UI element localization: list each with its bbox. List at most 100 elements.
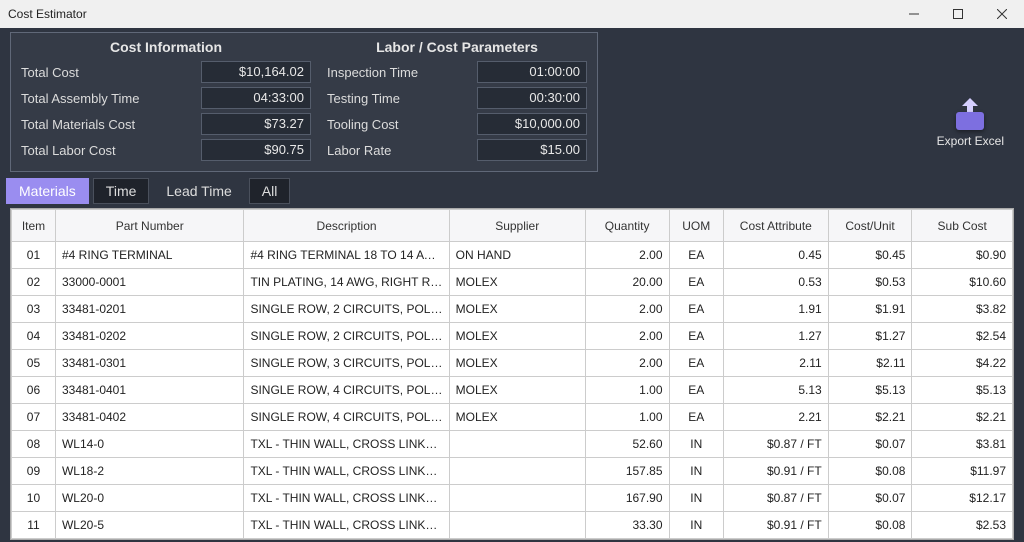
labor-params-header: Labor / Cost Parameters [327, 37, 587, 59]
table-row[interactable]: 11WL20-5TXL - THIN WALL, CROSS LINKED…33… [12, 512, 1013, 539]
window-title: Cost Estimator [8, 7, 87, 21]
cell-supplier: MOLEX [449, 350, 585, 377]
cell-item: 02 [12, 269, 56, 296]
cell-item: 08 [12, 431, 56, 458]
cell-uom: EA [669, 323, 723, 350]
cell-supplier: MOLEX [449, 323, 585, 350]
table-row[interactable]: 09WL18-2TXL - THIN WALL, CROSS LINKED…15… [12, 458, 1013, 485]
cell-part-number: 33000-0001 [55, 269, 243, 296]
cell-cost-attribute: 1.91 [723, 296, 828, 323]
table-row[interactable]: 10WL20-0TXL - THIN WALL, CROSS LINKED…16… [12, 485, 1013, 512]
cell-description: SINGLE ROW, 4 CIRCUITS, POLA… [244, 377, 449, 404]
cell-cost-attribute: $0.91 / FT [723, 458, 828, 485]
table-row[interactable]: 0333481-0201SINGLE ROW, 2 CIRCUITS, POLA… [12, 296, 1013, 323]
cell-cost-unit: $0.53 [828, 269, 912, 296]
col-part-number[interactable]: Part Number [55, 210, 243, 242]
tooling-label: Tooling Cost [327, 117, 477, 132]
cell-sub-cost: $3.81 [912, 431, 1013, 458]
cell-part-number: WL18-2 [55, 458, 243, 485]
col-item[interactable]: Item [12, 210, 56, 242]
total-labor-label: Total Labor Cost [21, 143, 201, 158]
cell-part-number: #4 RING TERMINAL [55, 242, 243, 269]
cell-part-number: WL20-0 [55, 485, 243, 512]
materials-grid-scroll[interactable]: Item Part Number Description Supplier Qu… [11, 209, 1013, 539]
cell-part-number: WL20-5 [55, 512, 243, 539]
cell-supplier [449, 431, 585, 458]
total-assembly-label: Total Assembly Time [21, 91, 201, 106]
cell-part-number: 33481-0301 [55, 350, 243, 377]
cell-supplier: MOLEX [449, 269, 585, 296]
total-cost-label: Total Cost [21, 65, 201, 80]
tab-materials[interactable]: Materials [6, 178, 89, 204]
cell-item: 04 [12, 323, 56, 350]
table-row[interactable]: 0533481-0301SINGLE ROW, 3 CIRCUITS, POLA… [12, 350, 1013, 377]
cell-description: #4 RING TERMINAL 18 TO 14 AWG [244, 242, 449, 269]
cell-part-number: WL14-0 [55, 431, 243, 458]
cell-cost-attribute: $0.87 / FT [723, 431, 828, 458]
cell-uom: IN [669, 431, 723, 458]
cell-uom: EA [669, 296, 723, 323]
cell-cost-unit: $0.07 [828, 431, 912, 458]
col-uom[interactable]: UOM [669, 210, 723, 242]
cell-item: 09 [12, 458, 56, 485]
close-button[interactable] [980, 0, 1024, 28]
cell-cost-attribute: $0.87 / FT [723, 485, 828, 512]
cell-uom: IN [669, 512, 723, 539]
table-row[interactable]: 0433481-0202SINGLE ROW, 2 CIRCUITS, POLA… [12, 323, 1013, 350]
col-supplier[interactable]: Supplier [449, 210, 585, 242]
top-panel-wrap: Cost Information Total Cost$10,164.02 To… [0, 28, 1024, 174]
cell-cost-attribute: 0.53 [723, 269, 828, 296]
testing-input[interactable]: 00:30:00 [477, 87, 587, 109]
total-materials-label: Total Materials Cost [21, 117, 201, 132]
tab-all[interactable]: All [249, 178, 291, 204]
cell-part-number: 33481-0202 [55, 323, 243, 350]
col-description[interactable]: Description [244, 210, 449, 242]
cell-cost-unit: $0.45 [828, 242, 912, 269]
cell-description: SINGLE ROW, 2 CIRCUITS, POLA… [244, 323, 449, 350]
cell-cost-attribute: 2.11 [723, 350, 828, 377]
table-row[interactable]: 0633481-0401SINGLE ROW, 4 CIRCUITS, POLA… [12, 377, 1013, 404]
tab-lead-time[interactable]: Lead Time [153, 178, 244, 204]
inspection-input[interactable]: 01:00:00 [477, 61, 587, 83]
table-row[interactable]: 0733481-0402SINGLE ROW, 4 CIRCUITS, POLA… [12, 404, 1013, 431]
grid-header-row: Item Part Number Description Supplier Qu… [12, 210, 1013, 242]
total-materials-value: $73.27 [201, 113, 311, 135]
cell-sub-cost: $2.54 [912, 323, 1013, 350]
cell-sub-cost: $3.82 [912, 296, 1013, 323]
cell-item: 11 [12, 512, 56, 539]
cell-cost-unit: $2.11 [828, 350, 912, 377]
cell-quantity: 1.00 [585, 404, 669, 431]
cell-cost-attribute: $0.91 / FT [723, 512, 828, 539]
cell-part-number: 33481-0201 [55, 296, 243, 323]
col-sub-cost[interactable]: Sub Cost [912, 210, 1013, 242]
minimize-button[interactable] [892, 0, 936, 28]
cell-quantity: 20.00 [585, 269, 669, 296]
rate-input[interactable]: $15.00 [477, 139, 587, 161]
cell-quantity: 2.00 [585, 242, 669, 269]
testing-label: Testing Time [327, 91, 477, 106]
cell-description: SINGLE ROW, 4 CIRCUITS, POLA… [244, 404, 449, 431]
table-row[interactable]: 01#4 RING TERMINAL#4 RING TERMINAL 18 TO… [12, 242, 1013, 269]
total-cost-value: $10,164.02 [201, 61, 311, 83]
tab-time[interactable]: Time [93, 178, 150, 204]
table-row[interactable]: 0233000-0001TIN PLATING, 14 AWG, RIGHT R… [12, 269, 1013, 296]
cell-sub-cost: $11.97 [912, 458, 1013, 485]
table-row[interactable] [12, 539, 1013, 540]
cell-cost-unit: $1.91 [828, 296, 912, 323]
cell-sub-cost: $12.17 [912, 485, 1013, 512]
maximize-button[interactable] [936, 0, 980, 28]
col-cost-attribute[interactable]: Cost Attribute [723, 210, 828, 242]
col-cost-unit[interactable]: Cost/Unit [828, 210, 912, 242]
cell-cost-unit: $2.21 [828, 404, 912, 431]
col-quantity[interactable]: Quantity [585, 210, 669, 242]
cell-item: 06 [12, 377, 56, 404]
cell-uom: EA [669, 269, 723, 296]
cell-sub-cost: $0.90 [912, 242, 1013, 269]
tooling-input[interactable]: $10,000.00 [477, 113, 587, 135]
cell-sub-cost: $5.13 [912, 377, 1013, 404]
cell-item: 01 [12, 242, 56, 269]
cell-description: TXL - THIN WALL, CROSS LINKED… [244, 458, 449, 485]
export-excel-button[interactable]: Export Excel [937, 32, 1014, 148]
table-row[interactable]: 08WL14-0TXL - THIN WALL, CROSS LINKED…52… [12, 431, 1013, 458]
tab-bar: Materials Time Lead Time All [0, 174, 1024, 204]
